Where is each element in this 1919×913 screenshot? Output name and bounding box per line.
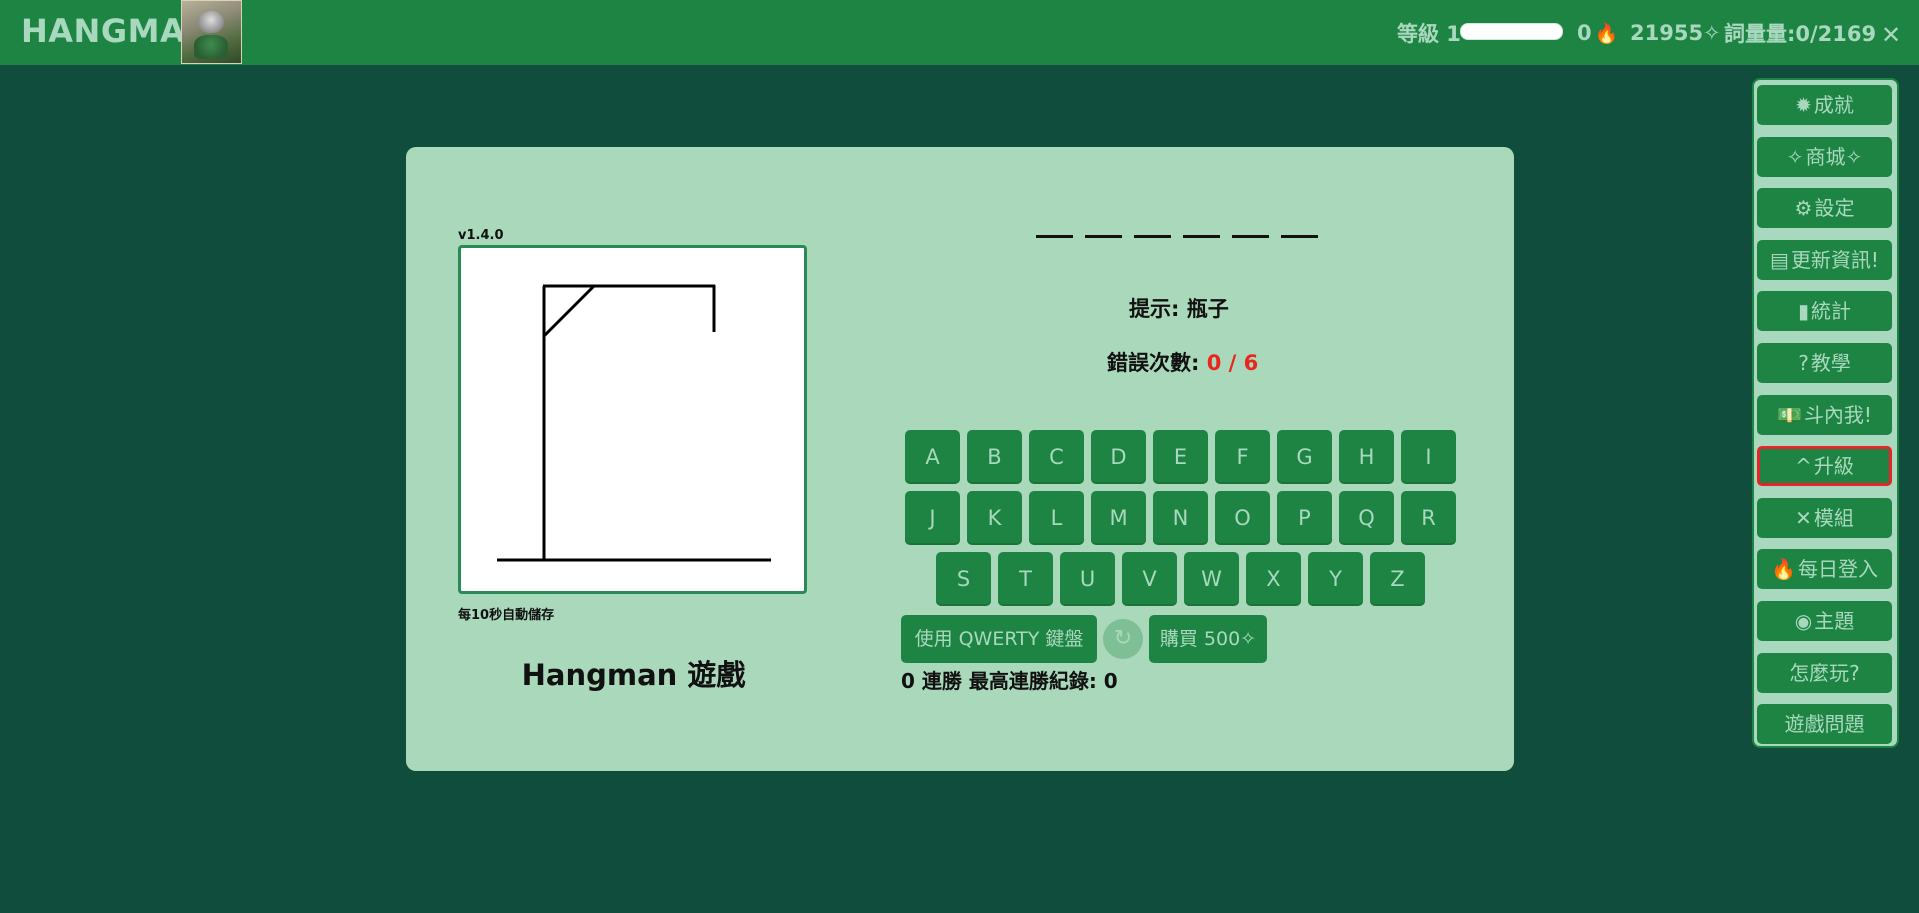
vocab-count: 詞量量:0/2169 <box>1724 22 1877 46</box>
letter-key-d[interactable]: D <box>1091 430 1146 484</box>
question-icon: ? <box>1798 351 1809 375</box>
letter-blank <box>1232 235 1269 238</box>
menu-button-4[interactable]: ▮ 統計 <box>1757 291 1892 332</box>
letter-key-a[interactable]: A <box>905 430 960 484</box>
letter-key-n[interactable]: N <box>1153 491 1208 545</box>
avatar[interactable] <box>181 0 242 64</box>
letter-key-y[interactable]: Y <box>1308 552 1363 606</box>
letter-key-h[interactable]: H <box>1339 430 1394 484</box>
letter-blank <box>1183 235 1220 238</box>
menu-button-10[interactable]: ◉ 主題 <box>1757 601 1892 641</box>
menu-button-label: 設定 <box>1814 196 1855 221</box>
menu-button-label: 成就 <box>1813 93 1854 117</box>
menu-button-9[interactable]: 🔥 每日登入 <box>1757 549 1892 590</box>
letter-key-t[interactable]: T <box>998 552 1053 606</box>
menu-button-3[interactable]: ▤ 更新資訊! <box>1757 239 1892 280</box>
menu-button-7[interactable]: ^ 升級 <box>1757 446 1892 487</box>
letter-blank <box>1281 235 1318 238</box>
menu-button-0[interactable]: ✹ 成就 <box>1757 85 1892 125</box>
letter-key-p[interactable]: P <box>1277 491 1332 545</box>
keyboard-row-3: STUVWXYZ <box>936 552 1425 606</box>
letter-blank <box>1085 235 1122 238</box>
reset-icon[interactable]: ↻ <box>1103 619 1143 659</box>
money-icon: 💵 <box>1777 402 1802 427</box>
letter-key-r[interactable]: R <box>1401 491 1456 545</box>
letter-blank <box>1036 235 1073 238</box>
menu-button-label: 更新資訊! <box>1790 247 1879 272</box>
menu-button-label: 教學 <box>1810 351 1851 375</box>
menu-button-label: 升級 <box>1813 454 1854 479</box>
letter-key-w[interactable]: W <box>1184 552 1239 606</box>
qwerty-toggle-button[interactable]: 使用 QWERTY 鍵盤 <box>901 615 1097 663</box>
letter-key-i[interactable]: I <box>1401 430 1456 484</box>
game-title: Hangman 遊戲 <box>521 658 746 692</box>
autosave-note: 每10秒自動儲存 <box>458 608 555 623</box>
streak-value: 0 <box>1577 21 1592 45</box>
buy-button[interactable]: 購買 500✧ <box>1149 615 1267 663</box>
letter-key-z[interactable]: Z <box>1370 552 1425 606</box>
fire-icon: 🔥 <box>1771 557 1796 582</box>
streak-record: 0 連勝 最高連勝紀錄: 0 <box>901 669 1118 693</box>
menu-button-2[interactable]: ⚙ 設定 <box>1757 188 1892 229</box>
level-label: 等級 1 <box>1397 22 1461 46</box>
menu-button-label: 統計 <box>1811 299 1851 324</box>
letter-key-x[interactable]: X <box>1246 552 1301 606</box>
newspaper-icon: ▤ <box>1770 247 1789 272</box>
mistake-label: 錯誤次數: <box>1107 351 1207 375</box>
letter-key-u[interactable]: U <box>1060 552 1115 606</box>
menu-button-6[interactable]: 💵 斗內我! <box>1757 394 1892 435</box>
caret-up-icon: ^ <box>1795 454 1812 479</box>
menu-button-12[interactable]: 遊戲問題 <box>1757 704 1892 745</box>
letter-key-e[interactable]: E <box>1153 430 1208 484</box>
keyboard-row-1: ABCDEFGHI <box>905 430 1456 484</box>
close-button[interactable]: ✕ <box>1872 19 1910 51</box>
letter-key-s[interactable]: S <box>936 552 991 606</box>
tools-icon: ✕ <box>1795 505 1812 530</box>
letter-key-o[interactable]: O <box>1215 491 1270 545</box>
hangman-drawing <box>458 245 807 594</box>
word-blanks <box>1036 213 1318 238</box>
menu-button-label: 模組 <box>1813 505 1854 530</box>
streak-counter: 0 🔥 <box>1577 18 1618 48</box>
menu-button-8[interactable]: ✕ 模組 <box>1757 497 1892 538</box>
hint-text: 提示: 瓶子 <box>1129 297 1229 321</box>
badge-icon: ✹ <box>1795 93 1812 117</box>
bar-chart-icon: ▮ <box>1797 299 1809 324</box>
letter-blank <box>1134 235 1171 238</box>
letter-key-m[interactable]: M <box>1091 491 1146 545</box>
palette-icon: ◉ <box>1794 609 1813 633</box>
letter-key-b[interactable]: B <box>967 430 1022 484</box>
mistake-value: 0 / 6 <box>1206 351 1259 375</box>
letter-key-g[interactable]: G <box>1277 430 1332 484</box>
letter-key-f[interactable]: F <box>1215 430 1270 484</box>
menu-button-11[interactable]: 怎麼玩? <box>1757 652 1892 693</box>
menu-button-label: 主題 <box>1814 609 1855 633</box>
version-label: v1.4.0 <box>458 228 504 243</box>
letter-key-k[interactable]: K <box>967 491 1022 545</box>
letter-key-j[interactable]: J <box>905 491 960 545</box>
menu-button-5[interactable]: ? 教學 <box>1757 343 1892 383</box>
letter-key-l[interactable]: L <box>1029 491 1084 545</box>
menu-button-label: 斗內我! <box>1803 402 1872 427</box>
letter-key-q[interactable]: Q <box>1339 491 1394 545</box>
menu-button-label: 遊戲問題 <box>1784 712 1865 737</box>
letter-key-c[interactable]: C <box>1029 430 1084 484</box>
menu-button-label: 商城✧ <box>1805 144 1863 169</box>
sparkle-icon: ✧ <box>1786 144 1804 169</box>
gear-icon: ⚙ <box>1794 196 1813 221</box>
letter-key-v[interactable]: V <box>1122 552 1177 606</box>
fire-icon: 🔥 <box>1594 22 1619 45</box>
gallows-brace <box>542 284 596 338</box>
menu-button-1[interactable]: ✧ 商城✧ <box>1757 136 1892 177</box>
menu-button-label: 怎麼玩? <box>1789 660 1860 685</box>
mistake-counter: 錯誤次數: 0 / 6 <box>1107 347 1258 377</box>
top-bar: HANGMAN 等級 1 0 🔥 21955✧ 詞量量:0/2169 ✕ <box>0 0 1919 65</box>
menu-button-label: 每日登入 <box>1797 557 1878 582</box>
gallows-svg <box>497 284 771 562</box>
keyboard-row-2: JKLMNOPQR <box>905 491 1456 545</box>
coin-balance: 21955✧ <box>1630 21 1721 45</box>
level-progress-bar <box>1460 23 1563 40</box>
